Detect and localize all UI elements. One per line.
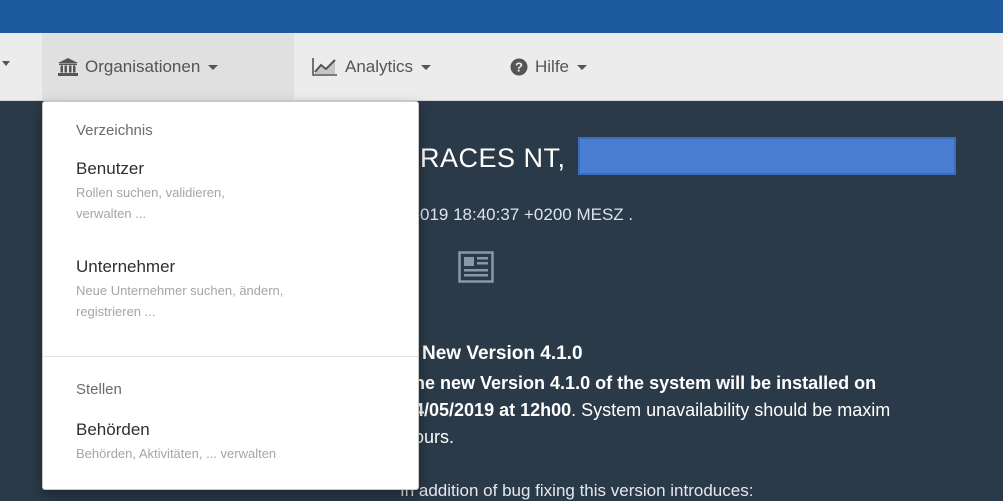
record-name: RACES NT, <box>420 143 566 173</box>
news-title: New Version 4.1.0 <box>422 343 583 364</box>
news-body: he new Version 4.1.0 of the system will … <box>414 370 1003 451</box>
organisationen-dropdown-menu: Verzeichnis Benutzer Rollen suchen, vali… <box>42 101 419 490</box>
caret-down-icon <box>577 65 588 70</box>
menu-item-benutzer[interactable]: Benutzer Rollen suchen, validieren, verw… <box>76 159 396 224</box>
nav-organisationen-label: Organisationen <box>85 56 201 76</box>
news-line: he new Version 4.1.0 of the system will … <box>414 373 877 393</box>
main-navbar: Organisationen Analytics ? Hilfe <box>0 33 1003 101</box>
dropdown-header-verzeichnis: Verzeichnis <box>76 122 153 139</box>
news-footer-text: In addition of bug fixing this version i… <box>400 481 754 500</box>
menu-item-title: Behörden <box>76 420 150 439</box>
news-line: ours. <box>414 427 455 447</box>
caret-down-icon <box>421 65 432 70</box>
dropdown-header-stellen: Stellen <box>76 381 122 398</box>
nav-analytics-label: Analytics <box>345 56 414 76</box>
menu-item-behoerden[interactable]: Behörden Behörden, Aktivitäten, ... verw… <box>76 420 396 464</box>
menu-item-title: Unternehmer <box>76 257 176 276</box>
menu-item-unternehmer[interactable]: Unternehmer Neue Unternehmer suchen, änd… <box>76 257 396 322</box>
top-brand-bar <box>0 0 1003 33</box>
record-date: 019 18:40:37 +0200 MESZ . <box>420 205 634 224</box>
menu-item-description: Behörden, Aktivitäten, ... verwalten <box>76 446 277 461</box>
nav-hilfe-label: Hilfe <box>535 56 570 76</box>
chevron-down-icon[interactable] <box>2 61 10 66</box>
nav-hilfe[interactable]: ? Hilfe <box>510 33 588 100</box>
newspaper-icon[interactable] <box>458 251 494 288</box>
caret-down-icon <box>208 65 219 70</box>
nav-organisationen[interactable]: Organisationen <box>42 33 294 100</box>
menu-item-description: Neue Unternehmer suchen, ändern, registr… <box>76 283 284 319</box>
menu-item-title: Benutzer <box>76 159 145 178</box>
institution-icon <box>58 57 78 76</box>
svg-text:?: ? <box>515 59 523 74</box>
redaction-box <box>578 137 956 175</box>
nav-analytics[interactable]: Analytics <box>312 33 432 100</box>
news-line: 4/05/2019 at 12h00. System unavailabilit… <box>414 400 891 420</box>
menu-item-description: Rollen suchen, validieren, verwalten ... <box>76 185 225 221</box>
area-chart-icon <box>312 57 338 76</box>
question-circle-icon: ? <box>510 58 528 76</box>
dropdown-divider <box>43 356 418 357</box>
